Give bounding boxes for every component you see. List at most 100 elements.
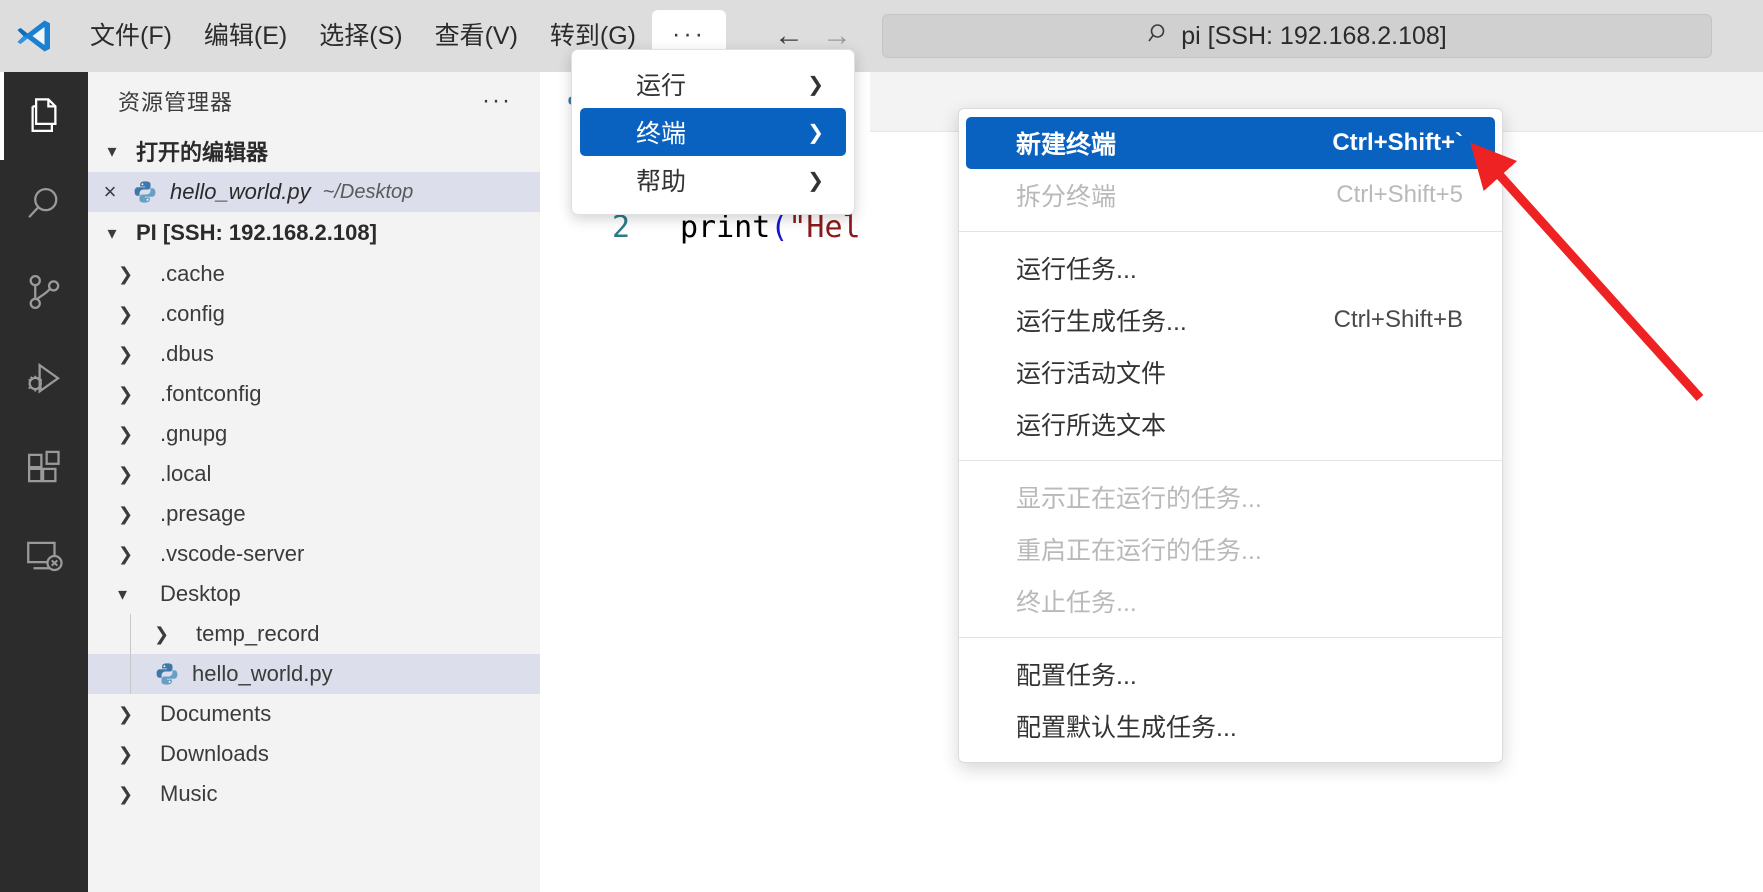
activity-search[interactable]	[0, 160, 88, 248]
code-text: print("Hel	[680, 210, 861, 245]
tree-item-.vscode-server[interactable]: ❯ .vscode-server	[88, 534, 540, 574]
chevron-down-icon: ▾	[107, 222, 117, 243]
terminal-submenu: 新建终端 Ctrl+Shift+` 拆分终端 Ctrl+Shift+5 运行任务... 运…	[958, 108, 1503, 763]
tree-item-hello_world.py[interactable]: hello_world.py	[88, 654, 540, 694]
section-workspace-label: PI [SSH: 192.168.2.108]	[136, 220, 377, 245]
files-explorer-icon	[31, 98, 57, 133]
chevron-down-icon[interactable]: ▾	[118, 584, 152, 605]
tree-item-.config[interactable]: ❯ .config	[88, 294, 540, 334]
menu-selection[interactable]: 选择(S)	[303, 15, 418, 58]
tree-item-Downloads[interactable]: ❯ Downloads	[88, 734, 540, 774]
close-icon[interactable]: ×	[88, 179, 132, 205]
menu-item-run[interactable]: 运行 ❯	[580, 60, 846, 108]
tree-item-label: Music	[160, 781, 218, 806]
menu-item-label: 运行所选文本	[1016, 412, 1167, 440]
line-number: 2	[612, 210, 631, 245]
menu-view[interactable]: 查看(V)	[419, 15, 534, 58]
tree-item-label: temp_record	[196, 621, 320, 646]
chevron-right-icon[interactable]: ❯	[118, 744, 152, 765]
arrow-right-icon[interactable]: →	[822, 21, 852, 51]
chevron-right-icon[interactable]: ❯	[118, 344, 152, 365]
chevron-right-icon: ❯	[807, 73, 824, 96]
search-icon	[28, 187, 58, 218]
menu-item-label: 运行	[636, 72, 687, 100]
menu-item-terminate-task: 终止任务...	[966, 575, 1495, 627]
menu-item-label: 终止任务...	[1016, 589, 1137, 617]
page-title: 资源管理器	[118, 90, 234, 115]
menu-item-run-active-file[interactable]: 运行活动文件	[966, 346, 1495, 398]
search-icon	[1147, 22, 1171, 51]
chevron-right-icon[interactable]: ❯	[118, 784, 152, 805]
tree-item-.presage[interactable]: ❯ .presage	[88, 494, 540, 534]
menu-item-new-terminal[interactable]: 新建终端 Ctrl+Shift+`	[966, 117, 1495, 169]
open-editor-item[interactable]: × hello_world.py ~/Desktop	[88, 172, 540, 212]
chevron-right-icon[interactable]: ❯	[118, 384, 152, 405]
chevron-right-icon[interactable]: ❯	[118, 304, 152, 325]
tree-item-.cache[interactable]: ❯ .cache	[88, 254, 540, 294]
chevron-right-icon[interactable]: ❯	[118, 704, 152, 725]
chevron-right-icon[interactable]: ❯	[118, 424, 152, 445]
menu-file[interactable]: 文件(F)	[74, 15, 188, 58]
chevron-right-icon[interactable]: ❯	[154, 624, 188, 645]
title-bar: 文件(F) 编辑(E) 选择(S) 查看(V) 转到(G) ··· ← → pi…	[0, 0, 1763, 72]
tree-item-label: hello_world.py	[192, 661, 333, 686]
activity-explorer[interactable]	[0, 72, 88, 160]
chevron-right-icon[interactable]: ❯	[118, 544, 152, 565]
menu-separator	[959, 637, 1502, 638]
activity-run-debug[interactable]	[0, 336, 88, 424]
menu-item-run-build-task[interactable]: 运行生成任务... Ctrl+Shift+B	[966, 294, 1495, 346]
tree-item-label: .fontconfig	[160, 381, 262, 406]
chevron-down-icon: ▾	[107, 140, 117, 161]
tree-item-label: .local	[160, 461, 212, 486]
tree-item-.fontconfig[interactable]: ❯ .fontconfig	[88, 374, 540, 414]
tree-item-.local[interactable]: ❯ .local	[88, 454, 540, 494]
menu-item-label: 帮助	[636, 168, 687, 196]
menu-item-label: 新建终端	[1016, 131, 1117, 159]
menu-item-shortcut: Ctrl+Shift+B	[1333, 306, 1463, 333]
tree-item-label: .dbus	[160, 341, 214, 366]
source-control-icon	[29, 274, 60, 310]
explorer-sidebar: 资源管理器 ··· ▾ 打开的编辑器 × hello_world.py ~/De…	[88, 72, 540, 892]
tree-item-.gnupg[interactable]: ❯ .gnupg	[88, 414, 540, 454]
tree-item-label: Documents	[160, 701, 272, 726]
menu-item-terminal[interactable]: 终端 ❯	[580, 108, 846, 156]
vscode-logo-icon	[8, 0, 60, 72]
tree-item-.dbus[interactable]: ❯ .dbus	[88, 334, 540, 374]
menu-item-help[interactable]: 帮助 ❯	[580, 156, 846, 204]
menu-item-label: 终端	[636, 120, 687, 148]
activity-source-control[interactable]	[0, 248, 88, 336]
section-workspace[interactable]: ▾ PI [SSH: 192.168.2.108]	[88, 212, 540, 254]
chevron-right-icon[interactable]: ❯	[118, 264, 152, 285]
menu-item-configure-tasks[interactable]: 配置任务...	[966, 648, 1495, 700]
tree-item-label: Downloads	[160, 741, 269, 766]
menu-item-label: 配置默认生成任务...	[1016, 714, 1237, 742]
menu-item-label: 配置任务...	[1016, 662, 1137, 690]
activity-remote-explorer[interactable]	[0, 512, 88, 600]
menu-item-split-terminal: 拆分终端 Ctrl+Shift+5	[966, 169, 1495, 221]
chevron-right-icon[interactable]: ❯	[118, 504, 152, 525]
menu-edit[interactable]: 编辑(E)	[188, 15, 303, 58]
tree-item-temp_record[interactable]: ❯ temp_record	[88, 614, 540, 654]
tree-item-Desktop[interactable]: ▾ Desktop	[88, 574, 540, 614]
tree-item-Music[interactable]: ❯ Music	[88, 774, 540, 814]
activity-extensions[interactable]	[0, 424, 88, 512]
tree-item-label: .vscode-server	[160, 541, 305, 566]
python-file-icon	[132, 179, 158, 205]
tree-item-Documents[interactable]: ❯ Documents	[88, 694, 540, 734]
python-file-icon	[154, 661, 180, 687]
chevron-right-icon[interactable]: ❯	[118, 464, 152, 485]
menu-item-run-task[interactable]: 运行任务...	[966, 242, 1495, 294]
menu-item-show-running-tasks: 显示正在运行的任务...	[966, 471, 1495, 523]
tree-item-label: .gnupg	[160, 421, 228, 446]
vscode-window: 文件(F) 编辑(E) 选择(S) 查看(V) 转到(G) ··· ← → pi…	[0, 0, 1763, 892]
menu-item-run-selected-text[interactable]: 运行所选文本	[966, 398, 1495, 450]
tree-item-label: .presage	[160, 501, 246, 526]
sidebar-more-actions-button[interactable]: ···	[482, 89, 512, 113]
menu-item-configure-default-build-task[interactable]: 配置默认生成任务...	[966, 700, 1495, 752]
arrow-left-icon[interactable]: ←	[774, 21, 804, 51]
search-input[interactable]: pi [SSH: 192.168.2.108]	[882, 14, 1712, 58]
section-open-editors[interactable]: ▾ 打开的编辑器	[88, 130, 540, 172]
menu-separator	[959, 460, 1502, 461]
menu-item-restart-running-task: 重启正在运行的任务...	[966, 523, 1495, 575]
tree-item-label: .config	[160, 301, 225, 326]
